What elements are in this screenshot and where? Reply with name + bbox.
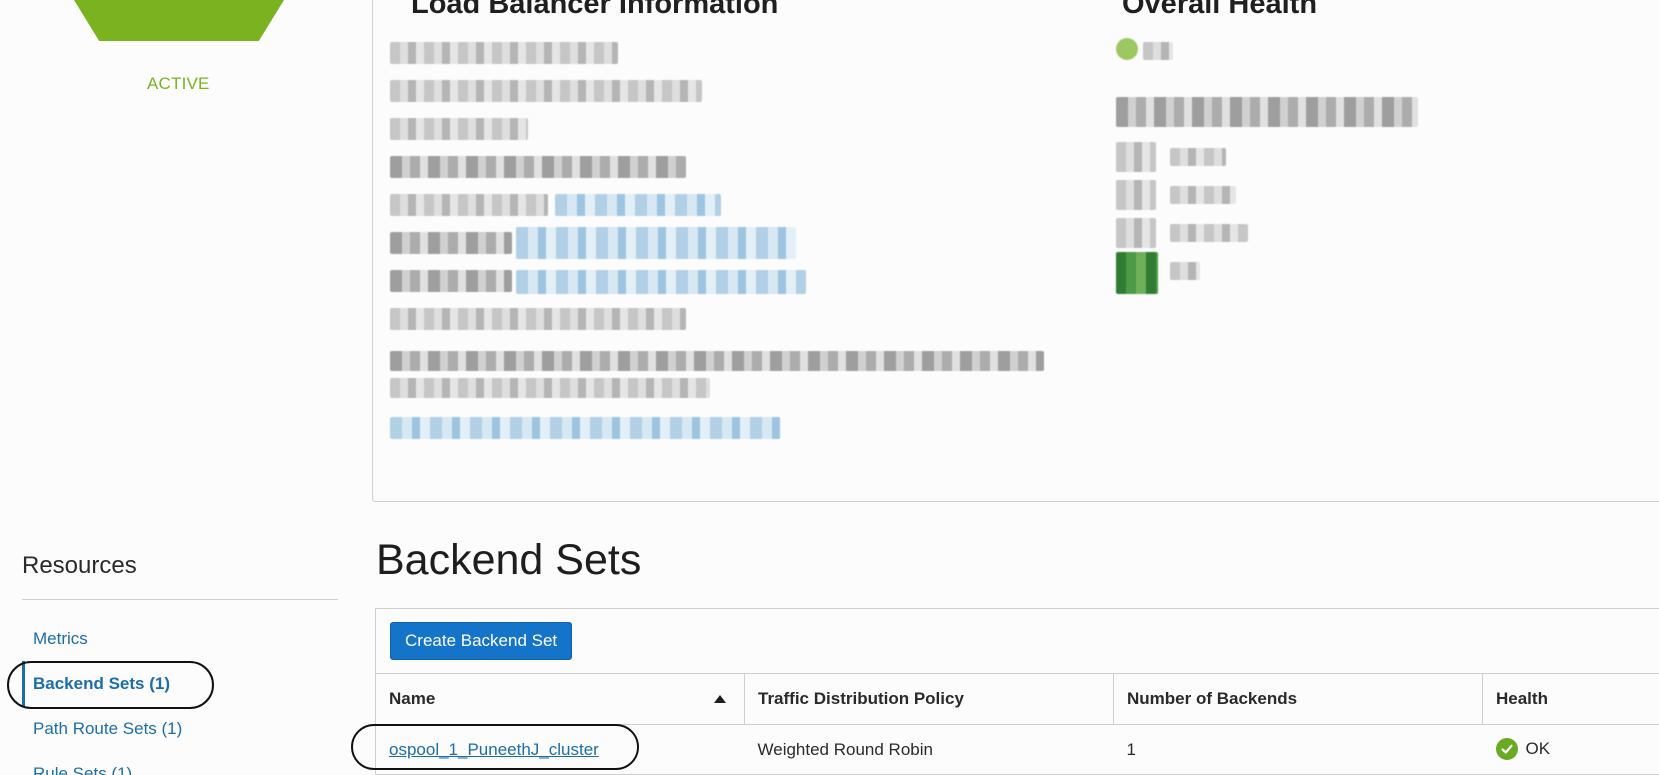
redacted-health-count bbox=[1116, 142, 1156, 172]
column-header-policy: Traffic Distribution Policy bbox=[744, 673, 1114, 725]
resources-nav: Metrics Backend Sets (1) Path Route Sets… bbox=[22, 616, 338, 775]
column-header-label: Health bbox=[1496, 689, 1548, 708]
redacted-health-label bbox=[1170, 262, 1200, 280]
lb-status-hexagon bbox=[74, 0, 284, 41]
table-header-row: Name Traffic Distribution Policy Number … bbox=[376, 673, 1659, 725]
backend-set-name-link[interactable]: ospool_1_PuneethJ_cluster bbox=[389, 740, 599, 759]
create-backend-set-button[interactable]: Create Backend Set bbox=[390, 622, 573, 660]
column-header-backends: Number of Backends bbox=[1113, 673, 1483, 725]
redacted-health-count-ok bbox=[1116, 252, 1158, 294]
backend-sets-table: Name Traffic Distribution Policy Number … bbox=[376, 673, 1659, 775]
redacted-health-count bbox=[1116, 180, 1156, 210]
check-circle-icon bbox=[1495, 738, 1518, 760]
cell-policy: Weighted Round Robin bbox=[744, 724, 1114, 775]
redacted-health-label bbox=[1143, 42, 1173, 60]
health-status-label: OK bbox=[1525, 739, 1551, 758]
resources-title: Resources bbox=[22, 552, 137, 579]
page-root: ACTIVE Load Balancer Information Overall… bbox=[0, 0, 1659, 775]
column-header-label: Number of Backends bbox=[1127, 689, 1298, 708]
lb-state-label: ACTIVE bbox=[147, 74, 210, 93]
nav-item-backend-sets[interactable]: Backend Sets (1) bbox=[22, 661, 338, 706]
redacted-description bbox=[390, 378, 710, 398]
sort-ascending-icon[interactable] bbox=[714, 695, 726, 703]
column-header-label: Name bbox=[389, 689, 436, 708]
redacted-health-label bbox=[1170, 224, 1248, 242]
nav-item-path-route-sets[interactable]: Path Route Sets (1) bbox=[22, 706, 338, 751]
redacted-link[interactable] bbox=[516, 227, 796, 259]
nav-item-rule-sets[interactable]: Rule Sets (1) bbox=[22, 751, 338, 775]
redacted-field bbox=[390, 80, 702, 102]
cell-health: OK bbox=[1482, 724, 1659, 775]
redacted-field bbox=[390, 232, 512, 254]
redacted-field bbox=[390, 194, 548, 216]
resources-divider bbox=[22, 599, 338, 600]
nav-item-metrics[interactable]: Metrics bbox=[22, 616, 338, 661]
column-header-label: Traffic Distribution Policy bbox=[758, 689, 964, 708]
redacted-health-subheading bbox=[1116, 97, 1418, 127]
redacted-field bbox=[390, 42, 618, 64]
table-row: ospool_1_PuneethJ_cluster Weighted Round… bbox=[376, 724, 1659, 775]
column-header-health: Health bbox=[1482, 673, 1659, 725]
redacted-link[interactable] bbox=[390, 417, 780, 439]
redacted-health-count bbox=[1116, 218, 1156, 248]
redacted-field bbox=[390, 270, 512, 292]
overall-health-heading: Overall Health bbox=[1122, 0, 1318, 20]
backend-sets-table-container: Create Backend Set Name Traffic Distribu… bbox=[375, 608, 1659, 775]
health-status: OK bbox=[1495, 738, 1551, 760]
backend-sets-title: Backend Sets bbox=[376, 536, 642, 584]
redacted-health-label bbox=[1170, 186, 1236, 204]
check-mark-icon bbox=[1500, 744, 1513, 754]
redacted-health-label bbox=[1170, 148, 1226, 166]
redacted-field bbox=[390, 308, 686, 330]
redacted-field bbox=[390, 118, 528, 140]
cell-backends: 1 bbox=[1113, 724, 1483, 775]
redacted-link[interactable] bbox=[516, 270, 806, 294]
cell-name: ospool_1_PuneethJ_cluster bbox=[376, 724, 745, 775]
lb-info-panel: Load Balancer Information Overall Health bbox=[372, 0, 1659, 502]
column-header-name[interactable]: Name bbox=[376, 673, 745, 725]
lb-info-heading: Load Balancer Information bbox=[411, 0, 779, 20]
redacted-link[interactable] bbox=[555, 194, 721, 216]
health-status-dot bbox=[1116, 38, 1138, 60]
redacted-field bbox=[390, 156, 686, 178]
redacted-description bbox=[390, 351, 1044, 371]
